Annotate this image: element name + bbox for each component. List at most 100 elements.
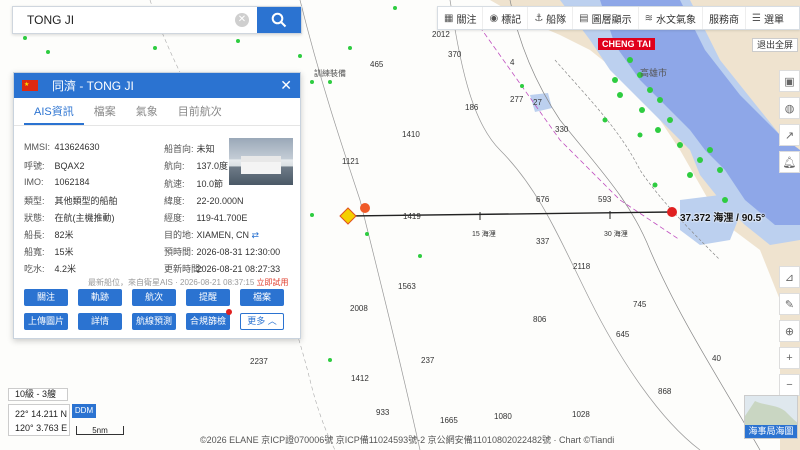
info-key: 航向:: [164, 161, 185, 171]
tab-archive[interactable]: 檔案: [84, 98, 126, 125]
info-status: 狀態: 在航(主機推動): [24, 211, 115, 224]
search-input[interactable]: [13, 7, 235, 33]
refresh-icon[interactable]: ⇄: [252, 230, 260, 240]
try-now-link[interactable]: 立即試用: [257, 278, 289, 287]
depth-label: 933: [376, 408, 390, 417]
info-key: 航速:: [164, 179, 185, 189]
details-button[interactable]: 詳情: [78, 313, 122, 330]
alert-button[interactable]: 提醒: [186, 289, 230, 306]
place-label: 高雄市: [640, 68, 668, 78]
depth-label: 676: [536, 195, 550, 204]
alert-button[interactable]: 🔔︎: [779, 151, 800, 173]
latitude-readout: 22° 14.211 N: [15, 409, 67, 419]
longitude-readout: 120° 3.763 E: [15, 423, 68, 433]
info-beam: 船寬: 15米: [24, 245, 74, 258]
depth-label: 337: [536, 237, 550, 246]
info-value: 2026-08-31 12:30:00: [196, 247, 281, 257]
more-button[interactable]: 更多 ︿: [240, 313, 284, 330]
distance-marker-30: 30 海浬: [604, 231, 628, 238]
compliance-check-button[interactable]: 合規篩檢: [186, 313, 230, 330]
depth-label: 2118: [573, 262, 591, 271]
depth-label: 2012: [432, 30, 450, 39]
info-key: MMSI:: [24, 142, 50, 152]
search-button[interactable]: [257, 7, 301, 33]
info-key: 緯度:: [164, 196, 185, 206]
share-button[interactable]: ↗: [779, 124, 800, 146]
panel-header: ★ 同濟 - TONG JI ✕: [14, 73, 300, 98]
flag-icon: ★: [22, 80, 38, 91]
right-toolbar: ▣ ◍ ↗ 🔔︎: [779, 70, 800, 178]
locate-button[interactable]: ⊕: [779, 320, 800, 342]
info-key: 船長:: [24, 230, 45, 240]
last-position-text: 最新船位，來自衛星AIS · 2026-08-21 08:37:15: [88, 278, 255, 287]
depth-label: 1563: [398, 282, 416, 291]
toolbar-label: 標記: [501, 14, 522, 26]
info-key: 目的地:: [164, 230, 194, 240]
search-bar: ✕: [12, 6, 302, 34]
draw-button[interactable]: ✎: [779, 293, 800, 315]
tab-weather[interactable]: 氣象: [126, 98, 168, 125]
minus-icon: −: [786, 379, 793, 391]
layers-toggle-button[interactable]: ▣: [779, 70, 800, 92]
info-value: 82米: [54, 230, 74, 240]
depth-label: 2008: [350, 304, 368, 313]
depth-label: 593: [598, 195, 612, 204]
tab-voyage[interactable]: 目前航次: [168, 98, 232, 125]
port-label[interactable]: CHENG TAI: [598, 38, 655, 50]
zoom-in-button[interactable]: +: [779, 347, 800, 369]
layers-icon: ▤: [579, 12, 589, 24]
follow-button[interactable]: 關注: [24, 289, 68, 306]
info-value: 10.0節: [196, 179, 224, 189]
info-value: 在航(主機推動): [54, 213, 115, 223]
distance-marker-15: 15 海浬: [472, 231, 496, 238]
close-icon[interactable]: ✕: [280, 77, 292, 94]
info-destination: 目的地: XIAMEN, CN ⇄: [164, 228, 259, 241]
info-value: 413624630: [54, 142, 100, 152]
ddm-format-button[interactable]: DDM: [72, 404, 96, 418]
toolbar-label: 水文氣象: [656, 14, 696, 26]
info-key: 船寬:: [24, 247, 45, 257]
info-value: 22-20.000N: [196, 196, 244, 206]
measure-button[interactable]: ⊿: [779, 266, 800, 288]
globe-button[interactable]: ◍: [779, 97, 800, 119]
route-prediction-button[interactable]: 航線預測: [132, 313, 176, 330]
toolbar-menu[interactable]: ☰ 選單: [746, 7, 790, 29]
info-updated: 更新時間: 2026-08-21 08:27:33: [164, 262, 280, 275]
toolbar-follow[interactable]: ▦ 關注: [438, 7, 484, 29]
info-value: 119-41.700E: [196, 213, 248, 223]
more-label: 更多: [247, 316, 266, 326]
toolbar-label: 服務商: [709, 14, 739, 26]
info-eta: 預時間: 2026-08-31 12:30:00: [164, 245, 280, 258]
footer-copyright: ©2026 ELANE 京ICP證070006號 京ICP備11024593號-…: [200, 435, 615, 445]
pen-icon: ✎: [784, 298, 795, 311]
search-icon: [271, 12, 287, 28]
toolbar-fleet[interactable]: ⚓ 船隊: [528, 7, 574, 29]
toolbar-mark[interactable]: ◉ 標記: [483, 7, 529, 29]
clear-icon[interactable]: ✕: [235, 13, 249, 27]
globe-icon: ◍: [784, 102, 795, 115]
info-length: 船長: 82米: [24, 228, 74, 241]
depth-label: 465: [370, 60, 384, 69]
voyage-button[interactable]: 航次: [132, 289, 176, 306]
upload-photo-button[interactable]: 上傳圖片: [24, 313, 68, 330]
minimap[interactable]: 海事局海圖: [744, 395, 798, 439]
info-value: 137.0度: [196, 161, 229, 171]
info-key: 狀態:: [24, 213, 45, 223]
ship-photo[interactable]: [229, 138, 293, 185]
panel-title: 同濟 - TONG JI: [52, 79, 134, 93]
info-key: 類型:: [24, 196, 45, 206]
archive-button[interactable]: 檔案: [240, 289, 284, 306]
toolbar-weather[interactable]: ≋ 水文氣象: [639, 7, 703, 29]
exit-fullscreen-button[interactable]: 退出全屏: [752, 38, 798, 52]
info-value: 2026-08-21 08:27:33: [196, 264, 281, 274]
track-button[interactable]: 軌跡: [78, 289, 122, 306]
toolbar-services[interactable]: 服務商: [703, 7, 746, 29]
tab-ais[interactable]: AIS資訊: [24, 98, 84, 125]
zoom-out-button[interactable]: −: [779, 374, 800, 396]
depth-label: 806: [533, 315, 547, 324]
toolbar-layers[interactable]: ▤ 圖層顯示: [573, 7, 639, 29]
place-label: 訓練裝備: [314, 69, 346, 78]
info-value: 未知: [196, 144, 215, 154]
info-course: 航向: 137.0度: [164, 159, 228, 172]
tag-icon: ◉: [489, 12, 499, 24]
